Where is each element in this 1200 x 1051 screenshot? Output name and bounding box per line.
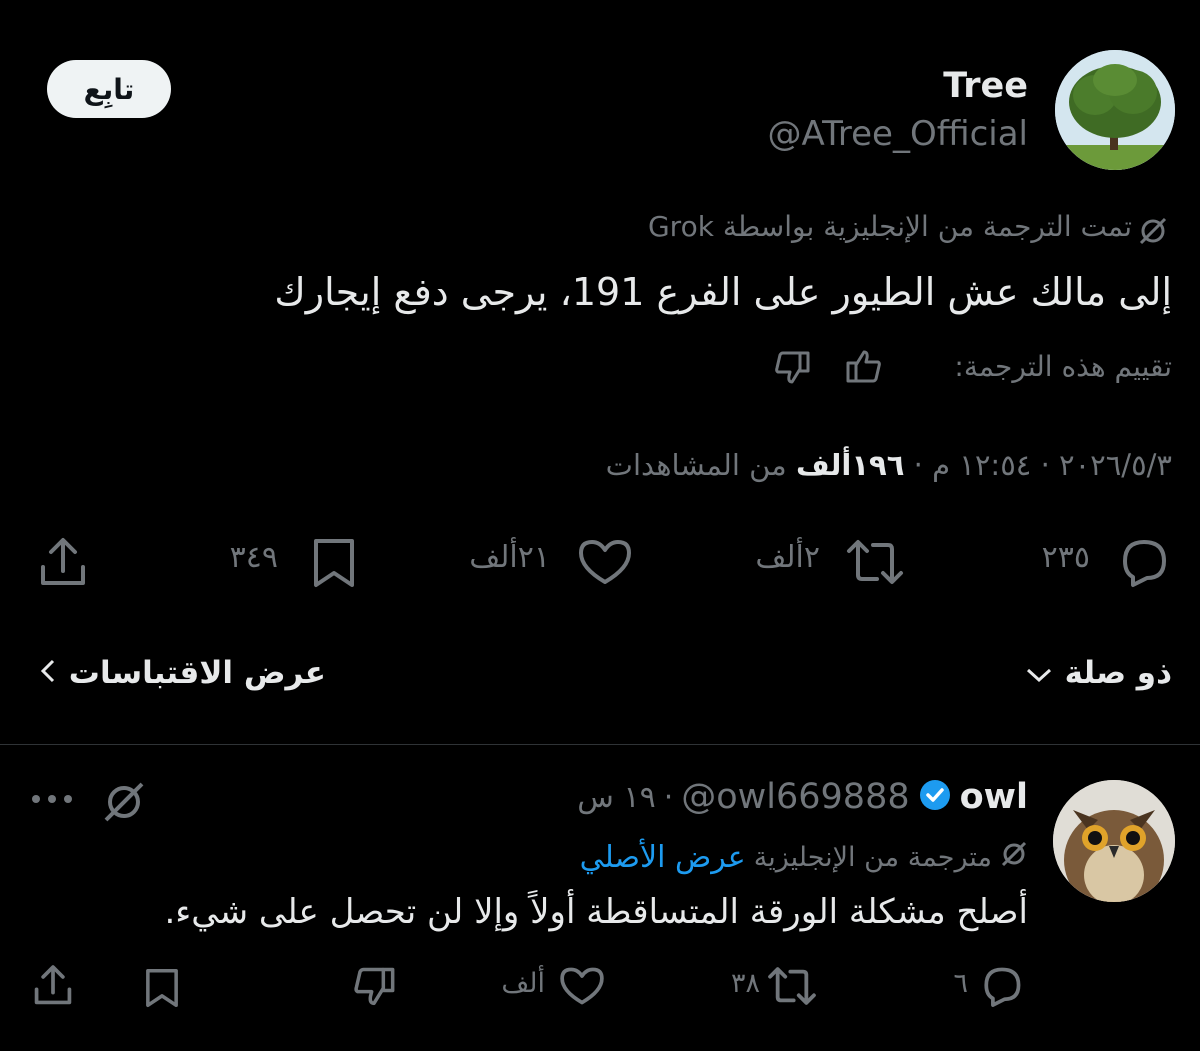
like-icon[interactable] bbox=[558, 963, 606, 1009]
like-icon[interactable] bbox=[576, 535, 634, 589]
reply-translation-row: مترجمة من الإنجليزية عرض الأصلي bbox=[580, 840, 1028, 875]
chevron-left-icon bbox=[38, 656, 58, 694]
follow-button[interactable]: تابِع bbox=[47, 60, 171, 118]
reply-separator: · bbox=[663, 779, 674, 815]
tweet-text: إلى مالك عش الطيور على الفرع 191، يرجى د… bbox=[274, 270, 1172, 314]
reply-reply-count: ٦ bbox=[953, 968, 968, 999]
views-count: ١٩٦ألف bbox=[795, 448, 905, 482]
show-original-link[interactable]: عرض الأصلي bbox=[580, 840, 746, 875]
meta-separator: · bbox=[1040, 448, 1050, 482]
grok-icon[interactable] bbox=[100, 778, 148, 826]
retweet-count: ٢ألف bbox=[755, 540, 820, 575]
thumb-down-icon[interactable] bbox=[773, 350, 811, 386]
tweet-time: ١٢:٥٤ م bbox=[932, 448, 1032, 482]
tweet-date: ٢٠٢٦/٥/٣ bbox=[1059, 448, 1172, 482]
bookmark-icon[interactable] bbox=[308, 535, 360, 591]
grok-icon bbox=[1000, 840, 1028, 875]
verified-icon bbox=[918, 778, 952, 816]
retweet-icon[interactable] bbox=[765, 963, 819, 1009]
more-icon[interactable] bbox=[30, 792, 74, 806]
reply-translation-note: مترجمة من الإنجليزية bbox=[753, 842, 992, 873]
rate-translation-label: تقييم هذه الترجمة: bbox=[954, 350, 1172, 383]
reply-author-name[interactable]: owl bbox=[960, 777, 1028, 817]
author-handle[interactable]: @ATree_Official bbox=[767, 114, 1028, 154]
grok-icon bbox=[1138, 216, 1168, 246]
reply-author-avatar[interactable] bbox=[1053, 780, 1175, 902]
quotes-label: عرض الاقتباسات bbox=[68, 655, 326, 691]
divider bbox=[0, 744, 1200, 745]
meta-separator: · bbox=[913, 448, 923, 482]
share-icon[interactable] bbox=[30, 963, 76, 1009]
retweet-icon[interactable] bbox=[843, 535, 907, 589]
thumb-up-icon[interactable] bbox=[845, 348, 883, 384]
author-avatar-tree[interactable] bbox=[1055, 50, 1175, 170]
author-name[interactable]: Tree bbox=[943, 66, 1028, 106]
view-quotes-link[interactable]: عرض الاقتباسات bbox=[38, 655, 326, 694]
like-count: ٢١ألف bbox=[469, 540, 550, 575]
reply-icon[interactable] bbox=[978, 963, 1026, 1009]
reply-like-count: ألف bbox=[501, 968, 545, 999]
tweet-meta: ٢٠٢٦/٥/٣ · ١٢:٥٤ م · ١٩٦ألف من المشاهدات bbox=[606, 448, 1172, 482]
reply-time[interactable]: ١٩ س bbox=[577, 780, 655, 815]
bookmark-icon[interactable] bbox=[140, 966, 184, 1010]
share-icon[interactable] bbox=[35, 535, 91, 591]
reply-header: owl @owl669888 · ١٩ س bbox=[577, 777, 1028, 817]
relevance-label: ذو صلة bbox=[1064, 655, 1172, 691]
reply-text: أصلح مشكلة الورقة المتساقطة أولاً وإلا ل… bbox=[164, 892, 1028, 932]
reply-count: ٢٣٥ bbox=[1041, 540, 1090, 575]
translation-note: تمت الترجمة من الإنجليزية بواسطة Grok bbox=[647, 210, 1132, 243]
views-label: من المشاهدات bbox=[605, 448, 787, 482]
reply-author-handle[interactable]: @owl669888 bbox=[681, 777, 909, 817]
chevron-down-icon bbox=[1024, 657, 1054, 693]
reply-retweet-count: ٣٨ bbox=[730, 968, 760, 999]
thumb-down-icon[interactable] bbox=[351, 966, 397, 1008]
relevance-filter[interactable]: ذو صلة bbox=[1024, 655, 1172, 693]
reply-icon[interactable] bbox=[1115, 535, 1173, 589]
bookmark-count: ٣٤٩ bbox=[229, 540, 278, 575]
